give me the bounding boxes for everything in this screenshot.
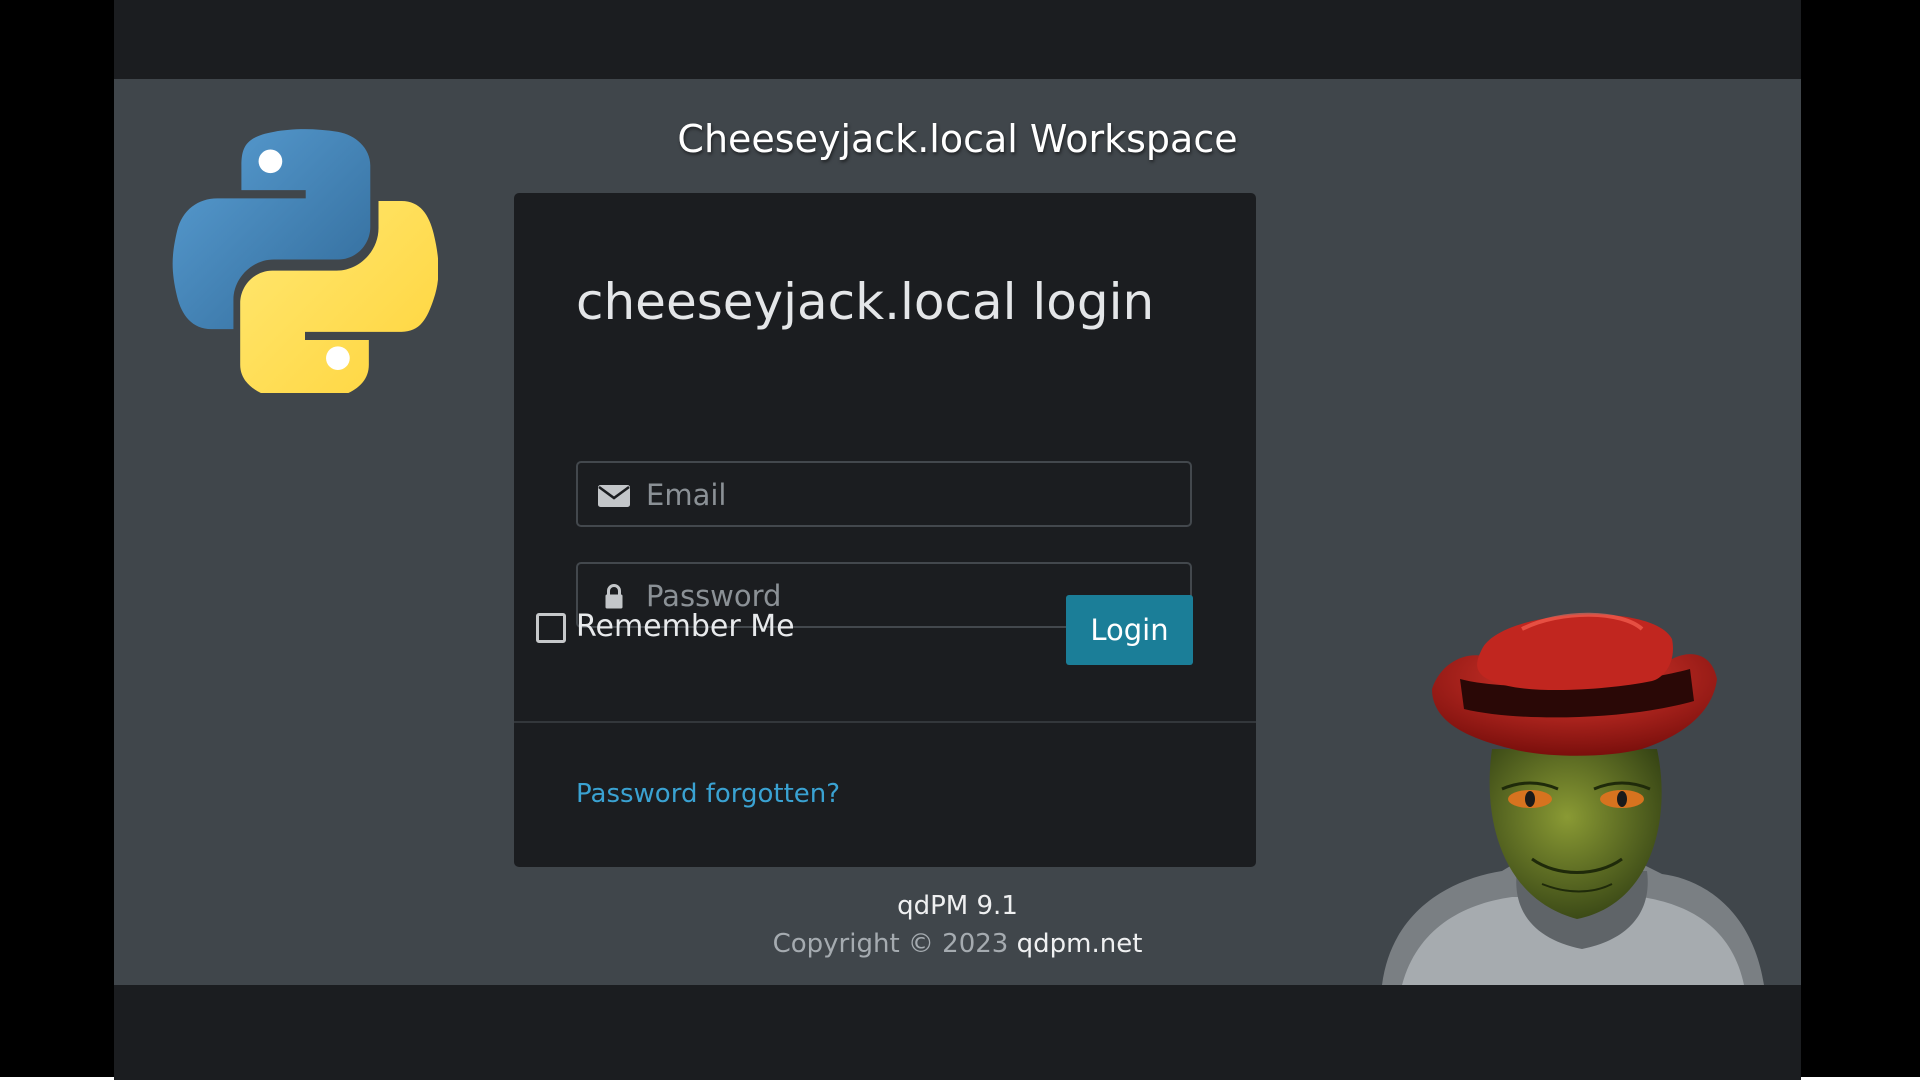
copyright-text: Copyright © 2023: [772, 929, 1009, 959]
qdpm-site-link[interactable]: qdpm.net: [1017, 929, 1143, 959]
login-heading: cheeseyjack.local login: [576, 273, 1155, 331]
password-forgotten-link[interactable]: Password forgotten?: [576, 779, 840, 809]
card-divider: [514, 721, 1256, 723]
login-button[interactable]: Login: [1066, 595, 1193, 665]
app-window: Cheeseyjack.local Workspace cheeseyjack.…: [114, 0, 1801, 1080]
login-card: cheeseyjack.local login Remember Me: [514, 193, 1256, 867]
login-page: Cheeseyjack.local Workspace cheeseyjack.…: [114, 79, 1801, 985]
envelope-icon: [598, 485, 630, 507]
email-input[interactable]: [644, 463, 1178, 527]
remember-me-checkbox[interactable]: [536, 613, 566, 643]
remember-me-label[interactable]: Remember Me: [576, 609, 795, 644]
email-field[interactable]: [576, 461, 1192, 527]
lizard-mascot-illustration: [1382, 612, 1764, 985]
python-logo: [172, 129, 438, 393]
